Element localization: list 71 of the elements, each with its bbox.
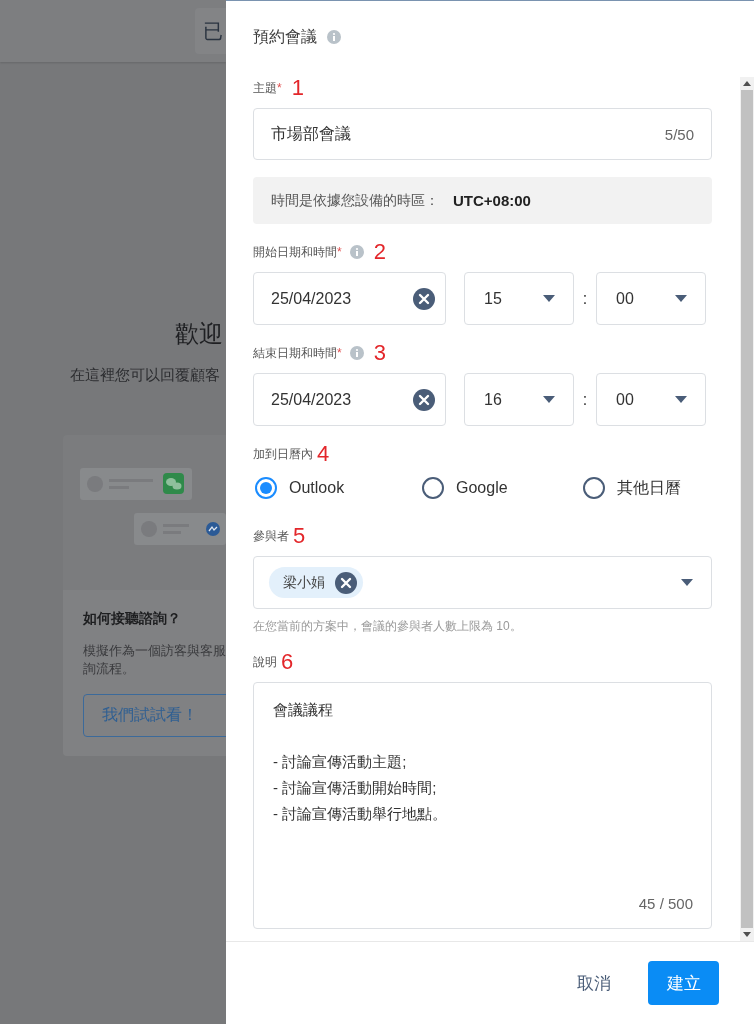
timezone-value: UTC+08:00 [453,192,531,209]
field-value: 市場部會議 [271,123,351,144]
subject-field[interactable]: 市場部會議 5/50 [253,108,712,160]
dialog-title: 預約會議 [253,26,317,47]
radio-label: 其他日曆 [617,477,681,498]
character-counter: 5/50 [664,125,694,143]
date-value: 25/04/2023 [271,289,352,308]
cancel-button[interactable]: 取消 [573,963,615,1003]
character-counter: 45 / 500 [638,895,693,912]
annotation-number: 1 [291,77,304,99]
description-field[interactable]: 會議議程 - 討論宣傳活動主題; - 討論宣傳活動開始時間; - 討論宣傳活動舉行地點。 45 / 500 [253,682,712,929]
text-line: - 討論宣傳活動主題; [273,752,408,772]
caret-down-icon [675,396,687,403]
attendee-select[interactable]: 梁小娟 [253,556,712,609]
required-mark: * [277,81,282,95]
field-label: 參與者 [253,527,289,545]
radio-label: Outlook [289,479,345,497]
scroll-up-icon [743,81,751,86]
date-field[interactable]: 25/04/2023 [253,272,446,325]
field-label: 結束日期和時間 [253,344,337,362]
scrollbar-thumb[interactable] [741,90,753,928]
radio-button[interactable] [422,477,444,499]
date-field[interactable]: 25/04/2023 [253,373,446,426]
hour-value: 15 [484,289,502,308]
hour-select[interactable]: 16 [464,373,574,426]
hint-text: 在您當前的方案中，會議的參與者人數上限為 10。 [253,618,523,634]
minute-value: 00 [616,289,634,308]
hour-select[interactable]: 15 [464,272,574,325]
annotation-number: 4 [317,443,330,465]
caret-down-icon [675,295,687,302]
scrollbar[interactable] [740,77,754,941]
attendee-chip[interactable]: 梁小娟 [269,567,363,598]
text-line: - 討論宣傳活動開始時間; [273,778,438,798]
field-label: 開始日期和時間 [253,243,337,261]
caret-down-icon [543,295,555,302]
clear-icon [413,388,435,411]
time-separator: : [581,390,589,409]
time-separator: : [581,289,589,308]
date-value: 25/04/2023 [271,390,352,409]
minute-value: 00 [616,390,634,409]
clear-icon [413,287,435,310]
annotation-number: 3 [373,342,386,364]
radio-button[interactable] [583,477,605,499]
radio-button[interactable] [255,477,277,499]
card-title: 如何接聽諮詢？ [83,610,182,628]
annotation-number: 2 [373,241,386,263]
field-label: 主題 [253,79,277,97]
radio-option[interactable]: Outlook [255,477,422,499]
radio-option[interactable]: 其他日曆 [583,477,681,499]
chip-label: 梁小娟 [283,573,325,592]
annotation-number: 6 [281,651,294,673]
minute-select[interactable]: 00 [596,272,706,325]
card-description: 詢流程。 [83,661,136,678]
field-label: 說明 [253,653,277,671]
minute-select[interactable]: 00 [596,373,706,426]
clear-icon [335,571,357,594]
field-label: 加到日曆內 [253,445,313,463]
caret-down-icon [543,396,555,403]
radio-label: Google [456,479,508,497]
required-mark: * [337,245,342,259]
scroll-down-icon [743,932,751,937]
text-line: - 討論宣傳活動舉行地點。 [273,804,449,824]
hour-value: 16 [484,390,502,409]
caret-down-icon [681,579,693,586]
radio-option[interactable]: Google [422,477,583,499]
welcome-heading: 歡迎 [175,319,224,349]
required-mark: * [337,346,342,360]
annotation-number: 5 [293,525,306,547]
notice-text: 時間是依據您設備的時區： [271,191,439,210]
welcome-subtitle: 在這裡您可以回覆顧客 [70,365,221,385]
text-line: 會議議程 [273,700,334,720]
